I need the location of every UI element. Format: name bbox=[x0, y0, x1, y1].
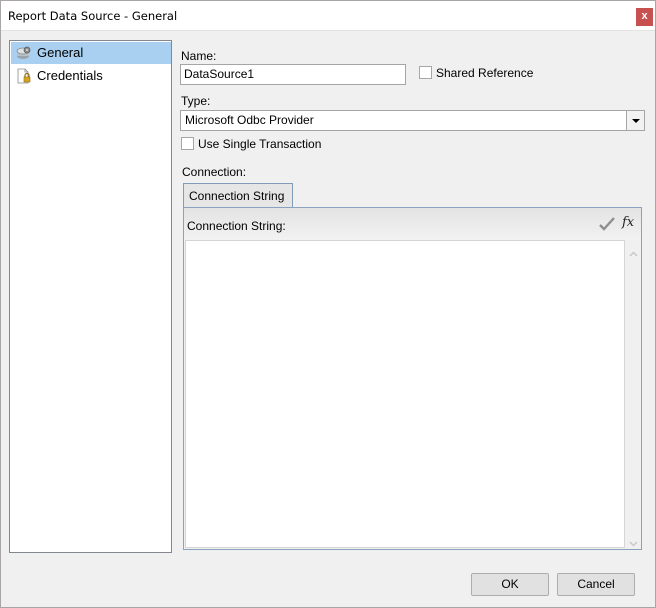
name-input[interactable]: DataSource1 bbox=[180, 64, 406, 85]
type-dropdown-button[interactable] bbox=[626, 111, 644, 130]
type-value: Microsoft Odbc Provider bbox=[185, 113, 314, 127]
checkmark-icon[interactable] bbox=[599, 217, 615, 231]
chevron-down-icon bbox=[632, 119, 640, 123]
connection-string-input[interactable] bbox=[185, 240, 625, 548]
close-icon: x bbox=[641, 10, 648, 22]
sidebar: General Credentials bbox=[9, 40, 172, 553]
use-single-transaction-label: Use Single Transaction bbox=[198, 137, 322, 151]
datasource-gear-icon bbox=[16, 45, 32, 61]
shared-reference-checkbox[interactable] bbox=[419, 66, 432, 79]
sidebar-item-label: General bbox=[37, 45, 84, 60]
shared-reference-label: Shared Reference bbox=[436, 66, 534, 80]
ok-button[interactable]: OK bbox=[471, 573, 549, 596]
tab-connection-string[interactable]: Connection String bbox=[183, 183, 293, 208]
scroll-down-icon[interactable] bbox=[629, 536, 638, 550]
document-lock-icon bbox=[16, 68, 32, 84]
type-combobox[interactable]: Microsoft Odbc Provider bbox=[180, 110, 645, 131]
type-label: Type: bbox=[181, 94, 211, 108]
cancel-button[interactable]: Cancel bbox=[557, 573, 635, 596]
fx-icon[interactable]: fx bbox=[622, 215, 634, 230]
name-label: Name: bbox=[181, 49, 217, 63]
use-single-transaction-checkbox[interactable] bbox=[181, 137, 194, 150]
scroll-up-icon[interactable] bbox=[629, 246, 638, 260]
title-bar: Report Data Source - General x bbox=[1, 1, 655, 31]
window-title: Report Data Source - General bbox=[8, 9, 178, 23]
connection-label: Connection: bbox=[182, 165, 247, 179]
panel-header: Connection String: fx bbox=[184, 208, 641, 240]
vertical-scrollbar[interactable] bbox=[626, 240, 641, 548]
close-button[interactable]: x bbox=[636, 8, 653, 26]
connection-string-panel: Connection String: fx bbox=[183, 207, 642, 550]
sidebar-item-label: Credentials bbox=[37, 68, 103, 83]
sidebar-item-credentials[interactable]: Credentials bbox=[11, 65, 171, 87]
sidebar-item-general[interactable]: General bbox=[11, 42, 171, 64]
report-data-source-dialog: Report Data Source - General x General C… bbox=[0, 0, 656, 608]
connection-string-label: Connection String: bbox=[187, 219, 286, 233]
